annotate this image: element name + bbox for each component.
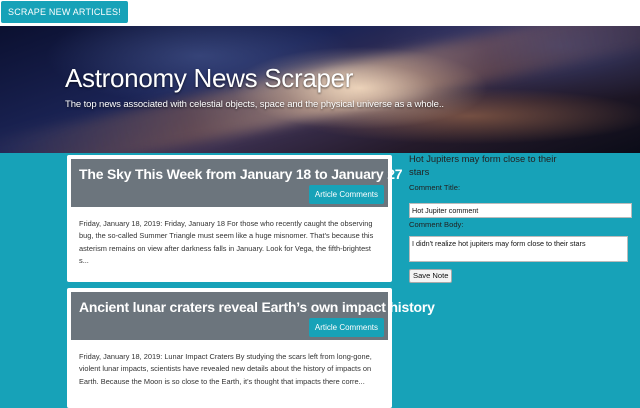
hero-banner: Astronomy News Scraper The top news asso… [0, 26, 640, 153]
scrape-articles-button[interactable]: SCRAPE NEW ARTICLES! [1, 1, 128, 23]
article-summary: Friday, January 18, 2019: Friday, Januar… [79, 219, 374, 266]
article-comments-button[interactable]: Article Comments [308, 185, 384, 204]
page-title: Astronomy News Scraper [65, 63, 354, 93]
article-header: The Sky This Week from January 18 to Jan… [71, 159, 403, 207]
page-subtitle: The top news associated with celestial o… [65, 99, 444, 110]
comment-body-textarea[interactable]: I didn't realize hot jupiters may form c… [409, 236, 628, 262]
article-card: Ancient lunar craters reveal Earth’s own… [67, 288, 435, 408]
comment-title-input[interactable] [409, 203, 632, 218]
article-title[interactable]: Ancient lunar craters reveal Earth’s own… [79, 299, 435, 315]
comment-body-label: Comment Body: [409, 220, 464, 229]
article-title[interactable]: The Sky This Week from January 18 to Jan… [79, 166, 403, 182]
article-header: Ancient lunar craters reveal Earth’s own… [71, 292, 435, 340]
save-note-button[interactable]: Save Note [409, 269, 453, 283]
top-bar: SCRAPE NEW ARTICLES! [0, 0, 640, 26]
note-article-heading: Hot Jupiters may form close to their sta… [409, 153, 557, 177]
article-comments-button[interactable]: Article Comments [308, 318, 384, 337]
comment-title-label: Comment Title: [409, 183, 461, 192]
article-card: The Sky This Week from January 18 to Jan… [67, 155, 403, 282]
article-summary: Friday, January 18, 2019: Lunar Impact C… [79, 352, 372, 386]
